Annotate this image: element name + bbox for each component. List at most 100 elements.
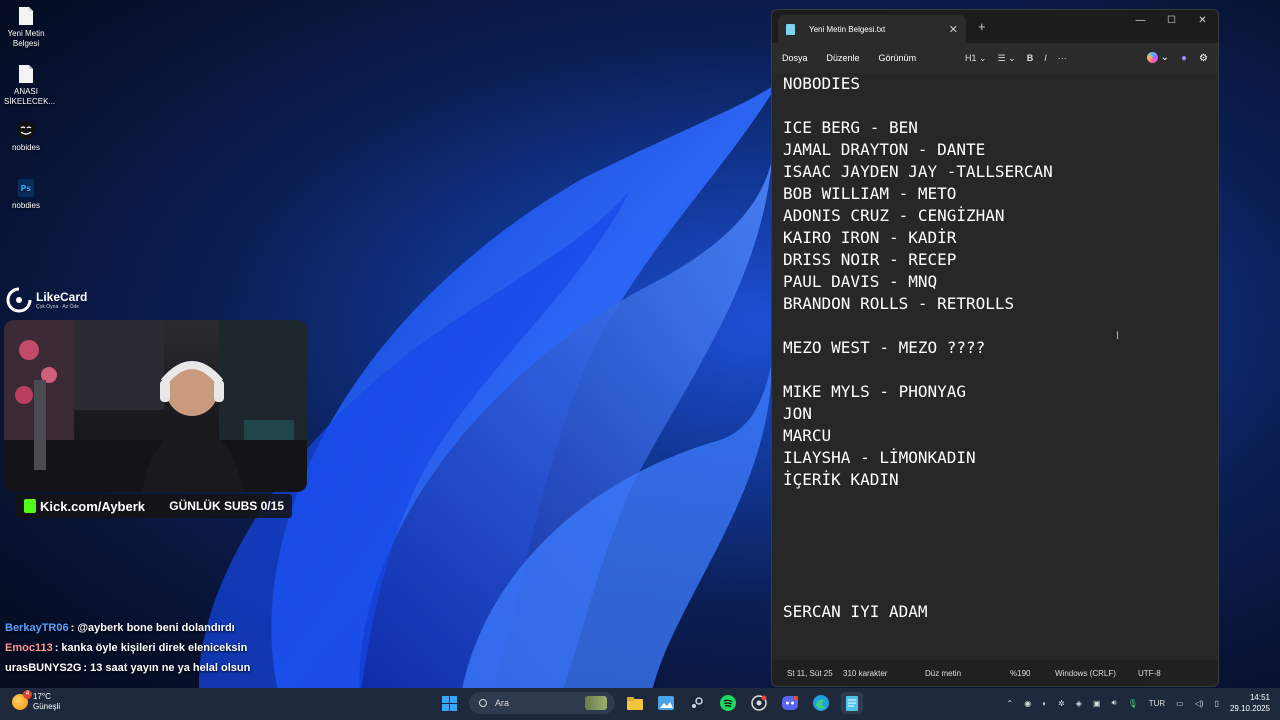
editor-line[interactable] (783, 95, 1207, 117)
language-indicator[interactable]: TUR (1149, 699, 1165, 708)
editor-line[interactable]: MIKE MYLS - PHONYAG (783, 381, 1207, 403)
editor-line[interactable]: SERCAN IYI ADAM (783, 601, 1207, 623)
editor-line[interactable]: JON (783, 403, 1207, 425)
editor-line[interactable]: ADONIS CRUZ - CENGİZHAN (783, 205, 1207, 227)
chevron-up-icon[interactable]: ⌃ (1007, 699, 1014, 708)
tab-close-icon[interactable]: ✕ (949, 23, 958, 36)
copilot-dropdown[interactable]: ⌄ (1146, 52, 1169, 64)
network-icon[interactable]: ▭ (1176, 699, 1184, 708)
maximize-button[interactable]: ☐ (1156, 10, 1187, 30)
photos-icon[interactable] (655, 692, 677, 714)
editor-line[interactable]: ILAYSHA - LİMONKADIN (783, 447, 1207, 469)
status-zoom[interactable]: %190 (1010, 669, 1030, 678)
tab-yeni-metin[interactable]: Yeni Metin Belgesi.txt ✕ (778, 15, 966, 43)
more-button[interactable]: ··· (1058, 53, 1067, 63)
steam-icon[interactable] (686, 692, 708, 714)
menu-gorunum[interactable]: Görünüm (879, 53, 917, 63)
notepad-menubar: Dosya Düzenle Görünüm H1 ⌄ ☰ ⌄ B I ··· ⌄… (772, 43, 1218, 73)
notepad-titlebar[interactable]: Yeni Metin Belgesi.txt ✕ + — ☐ ✕ (772, 10, 1218, 43)
editor-line[interactable] (783, 315, 1207, 337)
account-icon[interactable]: ● (1181, 53, 1187, 64)
system-tray: ⌃ ◉ ◐ ✲ ◈ ▣ 🔊︎ 🎙︎ TUR ▭ ◁) ▯ 14:51 29.10… (1007, 692, 1270, 714)
chat-message: BerkayTR06: @ayberk bone beni dolandırdı (5, 618, 250, 638)
editor-line[interactable]: KAIRO IRON - KADİR (783, 227, 1207, 249)
likecard-subtitle: Çok Oyna · Az Öde (36, 304, 80, 310)
microphone-icon[interactable]: 🎙︎ (1128, 699, 1138, 708)
discord-icon[interactable] (779, 692, 801, 714)
editor-line[interactable]: PAUL DAVIS - MNQ (783, 271, 1207, 293)
weather-widget[interactable]: 4 17°C Güneşli (12, 690, 60, 712)
close-button[interactable]: ✕ (1187, 10, 1218, 30)
tray-app-icon[interactable]: ◐ (1042, 699, 1047, 708)
editor-line[interactable]: MEZO WEST - MEZO ???? (783, 337, 1207, 359)
desktop-icon-yeni-metin[interactable]: Yeni Metin Belgesi (4, 6, 48, 49)
tray-app-icon[interactable]: ✲ (1058, 699, 1065, 708)
editor-line[interactable] (783, 513, 1207, 535)
photoshop-file-icon: Ps (18, 179, 34, 197)
chat-message: Emoc113: kanka öyle kişileri direk eleni… (5, 638, 250, 658)
nvidia-icon[interactable]: ▣ (1093, 699, 1101, 708)
menu-duzenle[interactable]: Düzenle (827, 53, 860, 63)
text-file-icon (19, 65, 33, 83)
editor-line[interactable] (783, 535, 1207, 557)
start-button[interactable] (438, 692, 460, 714)
minimize-button[interactable]: — (1125, 10, 1156, 30)
chat-user: urasBUNYS2G (5, 662, 82, 674)
editor-line[interactable] (783, 579, 1207, 601)
weather-temp: 17°C (33, 692, 51, 701)
chrome-icon[interactable] (748, 692, 770, 714)
copilot-icon (1146, 52, 1158, 64)
text-editor[interactable]: NOBODIES ICE BERG - BEN JAMAL DRAYTON - DA… (772, 73, 1218, 663)
steam-tray-icon[interactable]: ◈ (1076, 699, 1082, 708)
heading-dropdown[interactable]: H1 ⌄ (965, 53, 987, 64)
editor-line[interactable] (783, 557, 1207, 579)
bold-button[interactable]: B (1027, 53, 1034, 63)
taskbar-apps: Ara (438, 692, 863, 714)
volume-icon[interactable]: 🔊︎ (1112, 698, 1117, 708)
desktop-icon-anasi[interactable]: ANASI SİKELECEK... (4, 64, 55, 107)
clock[interactable]: 14:51 29.10.2025 (1230, 692, 1270, 714)
editor-line[interactable]: BRANDON ROLLS - RETROLLS (783, 293, 1207, 315)
desktop-icon-nobdies[interactable]: Ps nobdies (4, 178, 48, 211)
tray-app-icon[interactable]: ◉ (1024, 699, 1031, 708)
desktop-icon-label: Yeni Metin Belgesi (7, 29, 45, 48)
taskbar-search[interactable]: Ara (469, 692, 615, 714)
desktop-icon-label: ANASI SİKELECEK... (4, 87, 56, 106)
chat-text: : @ayberk bone beni dolandırdı (70, 622, 235, 634)
list-dropdown[interactable]: ☰ ⌄ (998, 53, 1016, 64)
italic-button[interactable]: I (1044, 53, 1047, 63)
menu-dosya[interactable]: Dosya (782, 53, 808, 63)
notepad-tab-icon (786, 23, 795, 35)
editor-line[interactable]: ICE BERG - BEN (783, 117, 1207, 139)
kick-icon (24, 499, 36, 513)
spotify-icon[interactable] (717, 692, 739, 714)
editor-line[interactable]: DRISS NOIR - RECEP (783, 249, 1207, 271)
notepad-right-tools: ⌄ ● ⚙ (1146, 43, 1208, 73)
status-chars: 310 karakter (843, 669, 888, 678)
file-explorer-icon[interactable] (624, 692, 646, 714)
status-position: St 11, Süt 25 (787, 669, 833, 678)
editor-line[interactable]: MARCU (783, 425, 1207, 447)
notepad-icon[interactable] (841, 692, 863, 714)
edge-icon[interactable] (810, 692, 832, 714)
tab-title: Yeni Metin Belgesi.txt (809, 24, 886, 34)
taskbar: 4 17°C Güneşli Ara ⌃ ◉ ◐ ✲ ◈ ▣ 🔊︎ 🎙︎ TUR… (0, 688, 1280, 720)
editor-line[interactable]: ISAAC JAYDEN JAY -TALLSERCAN (783, 161, 1207, 183)
battery-icon[interactable]: ▯ (1215, 699, 1219, 708)
speaker-icon[interactable]: ◁) (1195, 699, 1204, 708)
heading-label: H1 (965, 52, 977, 63)
desktop-icon-nobides[interactable]: nobides (4, 120, 48, 153)
notification-badge: 4 (23, 690, 32, 699)
editor-line[interactable]: BOB WILLIAM - METO (783, 183, 1207, 205)
editor-line[interactable]: NOBODIES (783, 73, 1207, 95)
editor-line[interactable]: İÇERİK KADIN (783, 469, 1207, 491)
editor-line[interactable] (783, 359, 1207, 381)
likecard-title: LikeCard (36, 290, 88, 304)
status-line-ending: Windows (CRLF) (1055, 669, 1116, 678)
settings-gear-icon[interactable]: ⚙ (1199, 53, 1208, 64)
editor-line[interactable]: JAMAL DRAYTON - DANTE (783, 139, 1207, 161)
chat-text: : kanka öyle kişileri direk eleniceksin (54, 642, 248, 654)
kick-bar: Kick.com/Ayberk GÜNLÜK SUBS 0/15 (16, 494, 292, 518)
editor-line[interactable] (783, 491, 1207, 513)
new-tab-button[interactable]: + (978, 19, 986, 34)
